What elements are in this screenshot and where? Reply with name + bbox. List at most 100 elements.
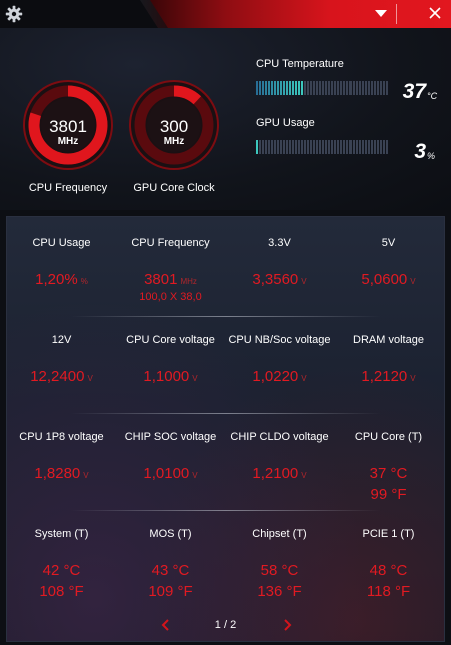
bar-segment [304,140,307,154]
close-icon [429,7,441,19]
sensor-value: 58 °C [225,562,334,579]
row-divider [71,316,381,317]
sensor-label: CPU Core (T) [354,431,423,443]
sensor-value-text: 1,0220 [252,368,299,385]
sensor-cell: 3.3V 3,3560 V [225,237,334,288]
sensor-label: CHIP SOC voltage [124,431,217,443]
bar-segment [286,81,289,95]
bar-segment [322,140,325,154]
triangle-down-icon [375,10,387,17]
sensor-cell: DRAM voltage 1,2120 V [334,334,443,385]
bar-segment [325,140,328,154]
sensor-value-text: 42 °C [42,562,81,579]
sensor-value-text: 1,0100 [143,465,190,482]
sensor-label: CPU NB/Soc voltage [228,334,331,346]
sensor-value: 1,2100 V [225,465,334,482]
chevron-right-icon [284,619,292,631]
sensor-value: 43 °C [116,562,225,579]
title-bar [0,0,451,28]
bar-segment [319,140,322,154]
bar-segment [334,140,337,154]
sensor-value-text: 1,20% [35,271,78,288]
sensor-value: 1,2120 V [334,368,443,385]
cpu-temperature-label: CPU Temperature [256,58,344,70]
sensor-value: 37 °C [334,465,443,482]
sensor-label: Chipset (T) [252,528,307,540]
sensor-label: CPU 1P8 voltage [19,431,104,443]
dropdown-button[interactable] [366,0,396,28]
sensor-unit: V [301,471,307,480]
sensor-cell: 5V 5,0600 V [334,237,443,288]
next-page-button[interactable] [280,617,294,633]
sensor-value: 3,3560 V [225,271,334,288]
cpu-frequency-gauge: 3801 MHz [22,79,114,171]
sensor-value-text: 5,0600 [361,271,408,288]
bar-segment [283,81,286,95]
sensor-subvalue: 100,0 X 38,0 [139,291,202,303]
sensor-value-text: 58 °C [260,562,299,579]
gear-icon[interactable] [5,5,23,23]
gpu-usage-value: 3 [414,140,426,163]
sensor-cell: PCIE 1 (T) 48 °C 118 °F [334,528,443,600]
sensor-cell: CHIP SOC voltage 1,0100 V [116,431,225,482]
gpu-usage-bar [256,140,388,154]
bar-segment [328,140,331,154]
bar-segment [295,140,298,154]
sensor-label: System (T) [34,528,89,540]
bar-segment [349,140,352,154]
sensor-value: 1,0100 V [116,465,225,482]
cpu-temperature-bar [256,81,388,95]
sensor-value-text: 3801 [144,271,178,288]
close-button[interactable] [422,4,448,24]
bar-segment [256,140,259,154]
bar-segment [367,140,370,154]
bar-segment [268,81,271,95]
bar-segment [259,81,262,95]
sensor-value-fahrenheit: 118 °F [366,583,411,600]
prev-page-button[interactable] [159,617,173,633]
gpu-core-clock-value: 300 [159,117,189,136]
sensor-unit: V [301,277,307,286]
sensor-unit: V [87,374,93,383]
sensor-label: CHIP CLDO voltage [230,431,329,443]
bar-segment [283,140,286,154]
sensor-label: PCIE 1 (T) [362,528,415,540]
gpu-core-clock-gauge: 300 MHz [128,79,220,171]
bar-segment [259,140,262,154]
bar-segment [340,140,343,154]
bar-segment [355,81,358,95]
gpu-usage-unit: % [427,151,436,161]
bar-segment [292,140,295,154]
sensor-cell: 12V 12,2400 V [7,334,116,385]
bar-segment [310,81,313,95]
bar-segment [304,81,307,95]
sensor-value-text: 1,1000 [143,368,190,385]
sensor-value: 3801 MHz [116,271,225,288]
bar-segment [322,81,325,95]
bar-segment [280,81,283,95]
sensor-label: DRAM voltage [353,334,424,346]
bar-segment [310,140,313,154]
bar-segment [328,81,331,95]
bar-segment [280,140,283,154]
sensor-label: 12V [51,334,72,346]
bar-segment [277,81,280,95]
sensor-value: 1,1000 V [116,368,225,385]
bar-segment [343,140,346,154]
sensor-label: CPU Frequency [131,237,210,249]
bar-segment [343,81,346,95]
bar-segment [307,81,310,95]
cpu-temperature-value: 37 [402,80,426,103]
bar-segment [298,140,301,154]
sensor-grid: CPU Usage 1,20%% CPU Frequency 3801 MHz 100,0… [6,216,445,642]
title-bar-accent [150,0,451,28]
bar-segment [337,140,340,154]
sensor-value: 1,0220 V [225,368,334,385]
bar-segment [346,140,349,154]
sensor-label: 3.3V [268,237,291,249]
bar-segment [337,81,340,95]
title-separator [396,4,397,24]
bar-segment [367,81,370,95]
bar-segment [286,140,289,154]
bar-segment [346,81,349,95]
